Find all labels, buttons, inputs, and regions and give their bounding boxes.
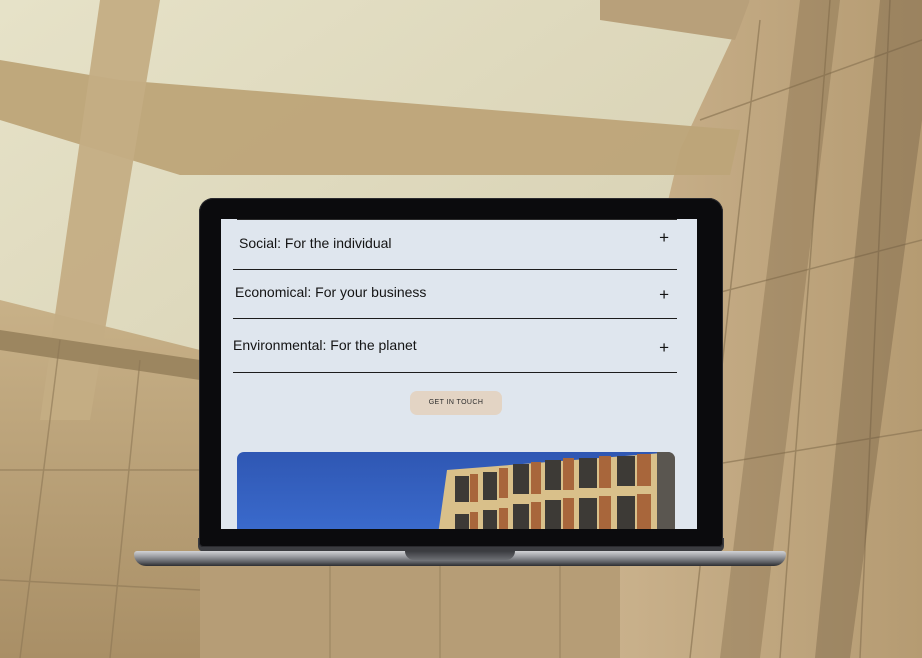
accordion-item-label: Social: For the individual xyxy=(239,235,392,251)
accordion-item-social[interactable]: Social: For the individual + xyxy=(233,219,677,270)
plus-icon[interactable]: + xyxy=(659,286,669,303)
accordion-item-label: Economical: For your business xyxy=(235,284,427,300)
hero-image xyxy=(237,452,675,529)
mockup-scene: Social: For the individual + Economical:… xyxy=(0,0,922,658)
plus-icon[interactable]: + xyxy=(659,229,669,246)
plus-icon[interactable]: + xyxy=(659,339,669,356)
laptop-trackpad-notch xyxy=(405,551,515,560)
accordion-item-economical[interactable]: Economical: For your business + xyxy=(233,269,677,319)
building-photo-icon xyxy=(438,452,675,529)
laptop-screen: Social: For the individual + Economical:… xyxy=(221,219,697,529)
accordion-item-environmental[interactable]: Environmental: For the planet + xyxy=(233,318,677,373)
get-in-touch-button[interactable]: GET IN TOUCH xyxy=(410,391,502,415)
accordion-item-label: Environmental: For the planet xyxy=(233,337,417,353)
